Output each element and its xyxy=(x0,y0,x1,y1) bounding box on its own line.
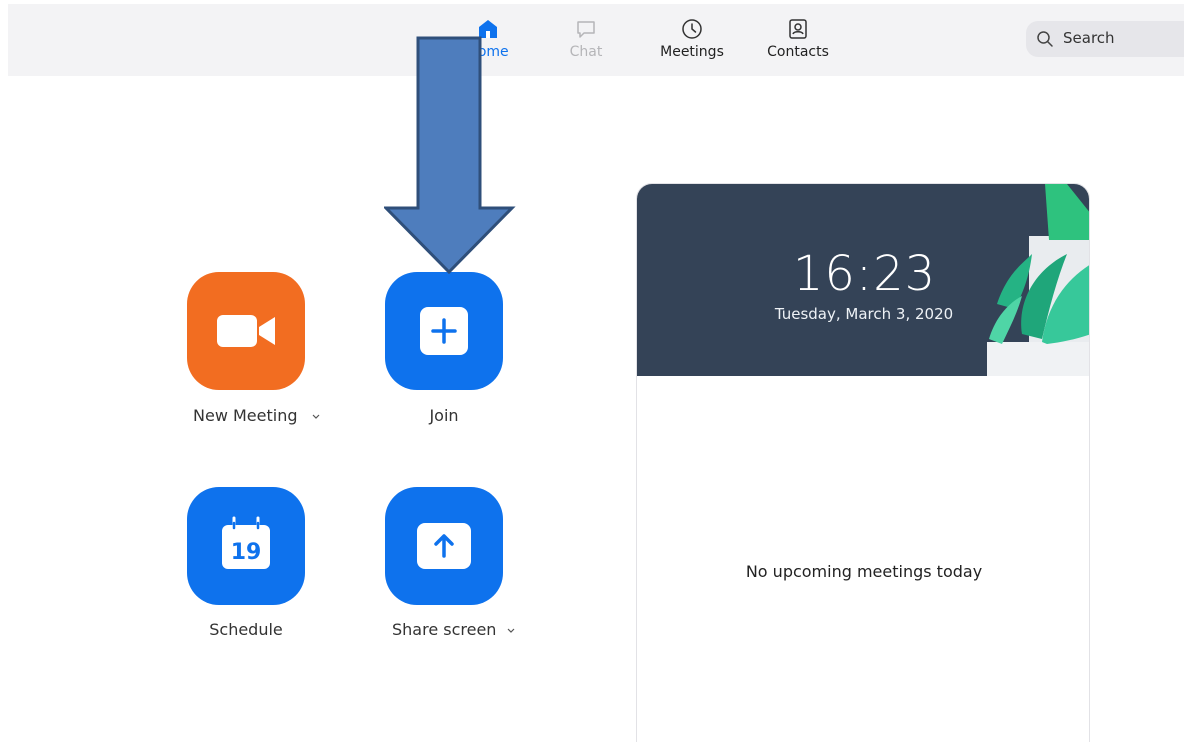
new-meeting-label: New Meeting xyxy=(193,406,298,425)
new-meeting-chevron-down-icon[interactable] xyxy=(311,413,321,421)
plus-icon xyxy=(420,307,468,355)
search-icon xyxy=(1037,31,1053,47)
share-screen-label: Share screen xyxy=(392,620,497,639)
schedule-button[interactable]: 19 xyxy=(187,487,305,605)
share-screen-button[interactable] xyxy=(385,487,503,605)
upcoming-meetings-card: 16:23 Tuesday, March 3, 2020 No upcoming… xyxy=(636,183,1090,742)
clock-header: 16:23 Tuesday, March 3, 2020 xyxy=(637,184,1089,376)
tab-chat[interactable]: Chat xyxy=(538,18,634,60)
join-button[interactable] xyxy=(385,272,503,390)
tab-meetings-label: Meetings xyxy=(660,44,724,60)
tab-meetings[interactable]: Meetings xyxy=(644,18,740,60)
chat-icon xyxy=(577,21,595,38)
contacts-icon xyxy=(789,19,807,39)
top-nav-bar: Home Chat Meetings Contacts xyxy=(8,4,1184,76)
schedule-label: Schedule xyxy=(209,620,283,639)
tab-contacts-label: Contacts xyxy=(767,44,829,60)
search-label: Search xyxy=(1063,29,1115,47)
upload-arrow-icon xyxy=(417,523,471,569)
clock-time: 16:23 xyxy=(792,246,937,302)
video-camera-icon xyxy=(217,315,275,347)
search-box[interactable]: Search xyxy=(1026,21,1184,57)
calendar-icon: 19 xyxy=(222,516,270,569)
clock-date: Tuesday, March 3, 2020 xyxy=(774,305,954,323)
join-label: Join xyxy=(429,406,459,425)
share-screen-chevron-down-icon[interactable] xyxy=(506,627,516,635)
clock-icon xyxy=(682,19,702,39)
no-meetings-message: No upcoming meetings today xyxy=(745,562,983,581)
annotation-arrow xyxy=(384,36,516,275)
calendar-day: 19 xyxy=(231,540,262,565)
tab-contacts[interactable]: Contacts xyxy=(750,18,846,60)
tab-chat-label: Chat xyxy=(569,44,603,60)
new-meeting-button[interactable] xyxy=(187,272,305,390)
